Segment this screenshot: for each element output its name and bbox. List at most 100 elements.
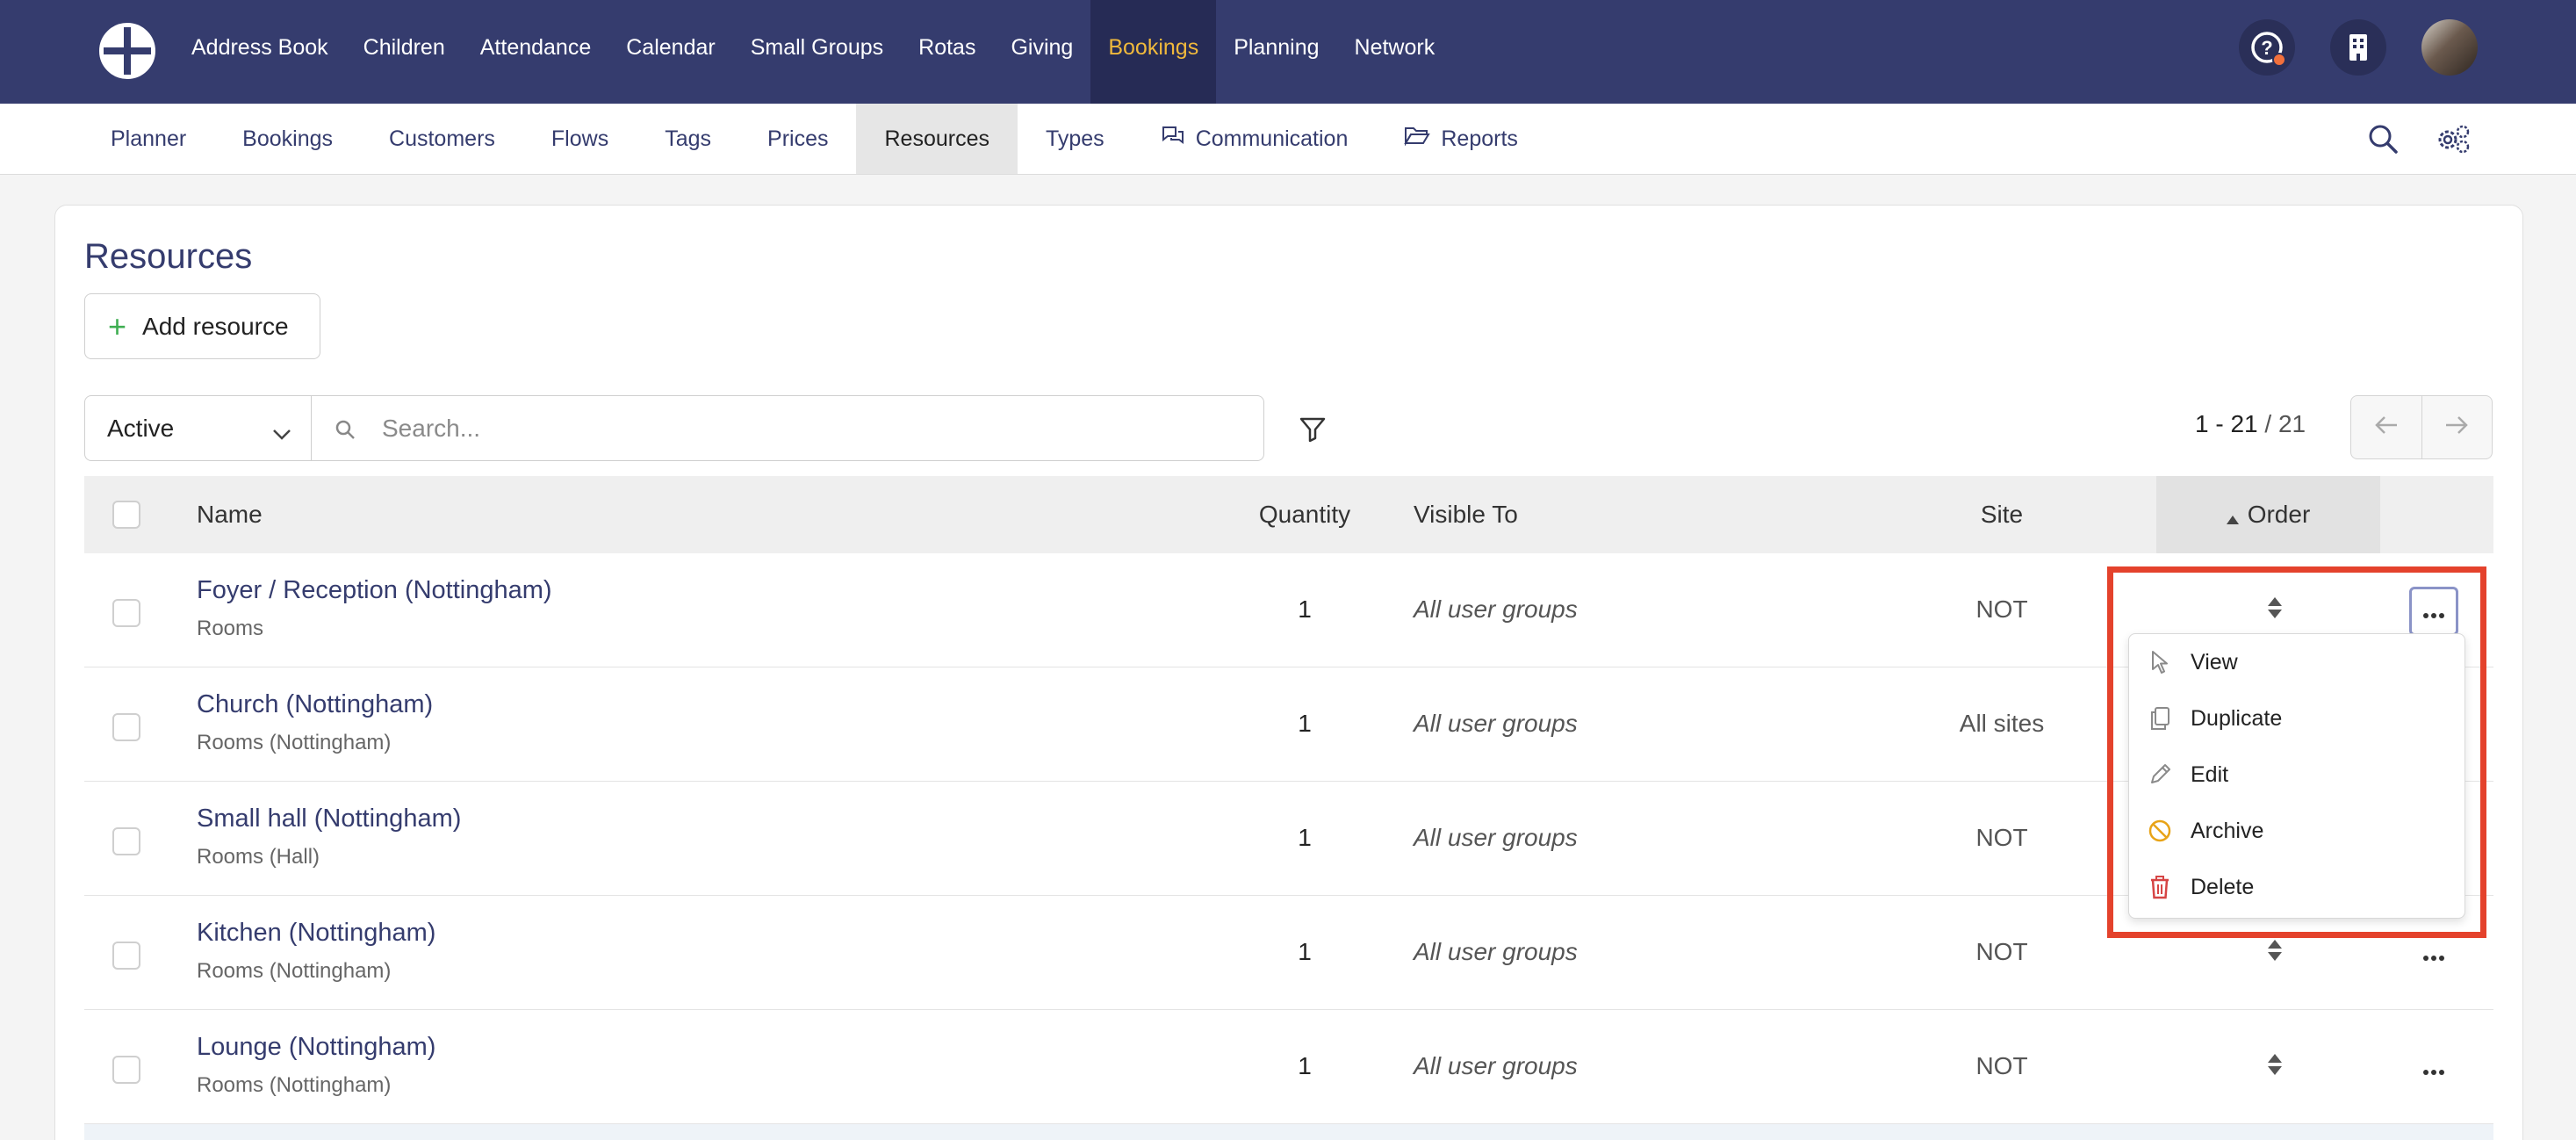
sub-nav-reports[interactable]: Reports — [1376, 104, 1546, 174]
building-icon — [2330, 19, 2386, 76]
status-select[interactable]: Active — [84, 395, 312, 461]
menu-item-duplicate[interactable]: Duplicate — [2129, 690, 2466, 747]
menu-item-duplicate-label: Duplicate — [2191, 705, 2283, 731]
more-horizontal-icon — [2422, 939, 2445, 969]
top-nav-address-book[interactable]: Address Book — [174, 0, 346, 104]
sub-nav-tags[interactable]: Tags — [637, 104, 739, 174]
menu-item-edit-label: Edit — [2191, 761, 2229, 787]
folder-icon — [1404, 104, 1431, 174]
top-nav-items: Address Book Children Attendance Calenda… — [174, 0, 1452, 104]
sub-nav-customers-label: Customers — [389, 126, 495, 151]
pagination-range: 1 - 21 — [2195, 410, 2258, 437]
resource-name-link[interactable]: Small hall (Nottingham) — [197, 804, 461, 833]
search-icon[interactable] — [2364, 119, 2402, 158]
sub-nav-resources[interactable]: Resources — [856, 104, 1018, 174]
sub-nav-tags-label: Tags — [665, 126, 712, 151]
menu-item-archive[interactable]: Archive — [2129, 803, 2466, 859]
more-horizontal-icon — [2422, 1053, 2445, 1083]
top-nav-calendar[interactable]: Calendar — [608, 0, 732, 104]
resource-name-link[interactable]: Foyer / Reception (Nottingham) — [197, 576, 552, 605]
resource-site: NOT — [1975, 595, 2028, 623]
reorder-handle-icon[interactable] — [2267, 595, 2283, 624]
arrow-left-icon — [2374, 415, 2399, 439]
resource-quantity: 1 — [1298, 1052, 1312, 1079]
sub-nav-resources-label: Resources — [884, 126, 989, 151]
top-nav-children[interactable]: Children — [346, 0, 463, 104]
filter-icon[interactable] — [1294, 411, 1331, 448]
resource-name-link[interactable]: Kitchen (Nottingham) — [197, 919, 435, 948]
top-nav-bookings[interactable]: Bookings — [1090, 0, 1217, 104]
more-horizontal-icon — [2422, 596, 2445, 626]
column-order[interactable]: Order — [2156, 476, 2380, 553]
resource-visible-to: All user groups — [1414, 938, 1578, 965]
sub-nav-types[interactable]: Types — [1018, 104, 1133, 174]
status-select-value: Active — [107, 414, 175, 442]
sub-nav-prices-label: Prices — [767, 126, 829, 151]
row-checkbox[interactable] — [112, 713, 140, 741]
reorder-handle-icon[interactable] — [2267, 938, 2283, 967]
sub-nav-reports-label: Reports — [1441, 126, 1518, 151]
resource-name-link[interactable]: Church (Nottingham) — [197, 690, 433, 719]
sub-nav-bookings-label: Bookings — [242, 126, 334, 151]
sub-nav-bookings[interactable]: Bookings — [214, 104, 361, 174]
table-row: Lounge (Nottingham) Rooms (Nottingham) 1… — [84, 1010, 2493, 1124]
sub-nav-prices[interactable]: Prices — [739, 104, 856, 174]
row-checkbox[interactable] — [112, 1056, 140, 1084]
notification-dot — [2272, 53, 2286, 67]
plus-icon: + — [108, 307, 127, 344]
search-field — [311, 395, 1264, 461]
resource-quantity: 1 — [1298, 710, 1312, 737]
menu-item-view[interactable]: View — [2129, 634, 2466, 690]
user-menu-button[interactable] — [2421, 19, 2478, 76]
row-checkbox[interactable] — [112, 827, 140, 855]
row-actions-button[interactable] — [2409, 1043, 2458, 1093]
add-resource-button[interactable]: + Add resource — [84, 293, 320, 359]
top-navigation: Address Book Children Attendance Calenda… — [0, 0, 2576, 104]
resource-type: Rooms (Hall) — [197, 845, 320, 869]
row-actions-button[interactable] — [2409, 929, 2458, 978]
resource-visible-to: All user groups — [1414, 710, 1578, 737]
menu-item-delete[interactable]: Delete — [2129, 859, 2466, 915]
row-checkbox[interactable] — [112, 599, 140, 627]
resource-type: Rooms (Nottingham) — [197, 731, 392, 754]
sort-ascending-icon — [2226, 478, 2239, 555]
arrow-right-icon — [2444, 415, 2469, 439]
top-nav-network[interactable]: Network — [1337, 0, 1453, 104]
top-nav-planning[interactable]: Planning — [1216, 0, 1336, 104]
resource-name-link[interactable]: Lounge (Nottingham) — [197, 1033, 435, 1062]
row-actions-button[interactable] — [2409, 587, 2458, 636]
column-visible-to[interactable]: Visible To — [1414, 476, 1518, 553]
sub-nav-flows[interactable]: Flows — [523, 104, 637, 174]
resource-type: Rooms (Nottingham) — [197, 959, 392, 983]
sub-nav-customers[interactable]: Customers — [361, 104, 523, 174]
column-name[interactable]: Name — [197, 476, 263, 553]
pencil-icon — [2147, 761, 2173, 788]
search-input[interactable] — [382, 408, 1242, 449]
menu-item-edit[interactable]: Edit — [2129, 747, 2466, 803]
sub-nav-communication[interactable]: Communication — [1133, 104, 1377, 174]
column-site[interactable]: Site — [1896, 476, 2107, 553]
resource-quantity: 1 — [1298, 595, 1312, 623]
previous-page-button[interactable] — [2351, 396, 2422, 458]
resource-site: NOT — [1975, 824, 2028, 851]
top-nav-small-groups[interactable]: Small Groups — [733, 0, 901, 104]
top-nav-rotas[interactable]: Rotas — [901, 0, 993, 104]
help-button[interactable]: ? — [2239, 19, 2295, 76]
sub-nav-planner[interactable]: Planner — [83, 104, 214, 174]
settings-icon[interactable] — [2434, 119, 2472, 158]
table-row-partial — [84, 1124, 2493, 1140]
reorder-handle-icon[interactable] — [2267, 1052, 2283, 1081]
top-nav-giving[interactable]: Giving — [993, 0, 1090, 104]
row-actions-menu: View Duplicate Edit Archive Delete — [2128, 633, 2465, 919]
sub-nav-planner-label: Planner — [111, 126, 187, 151]
logo-icon[interactable] — [97, 20, 158, 82]
column-quantity[interactable]: Quantity — [1208, 476, 1401, 553]
row-checkbox[interactable] — [112, 942, 140, 970]
site-button[interactable] — [2330, 19, 2386, 76]
chevron-down-icon — [272, 419, 291, 447]
top-nav-attendance[interactable]: Attendance — [463, 0, 609, 104]
help-icon: ? — [2239, 19, 2295, 76]
resource-visible-to: All user groups — [1414, 824, 1578, 851]
select-all-checkbox[interactable] — [112, 501, 140, 529]
next-page-button[interactable] — [2422, 396, 2493, 458]
